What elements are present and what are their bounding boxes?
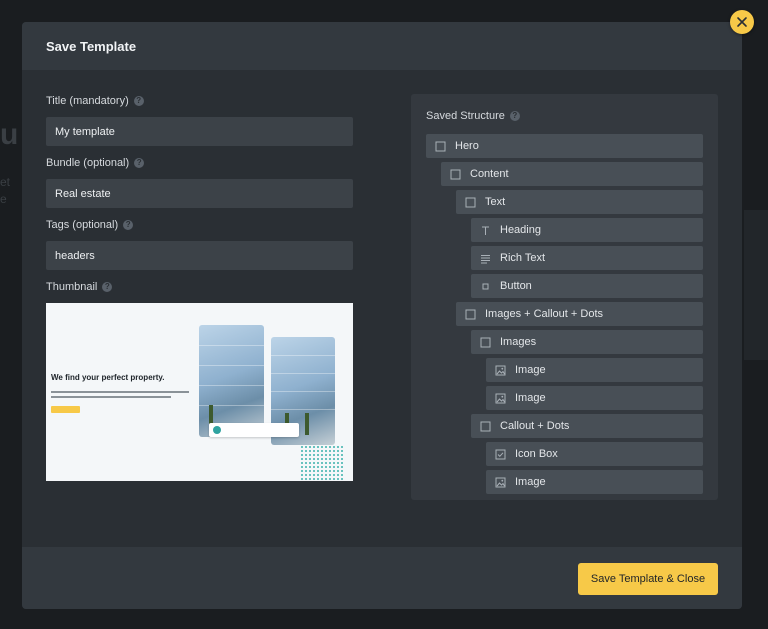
structure-tree-item-label: Image	[515, 392, 546, 404]
structure-tree-item-label: Hero	[455, 140, 479, 152]
structure-tree-item[interactable]: Icon Box	[486, 442, 703, 466]
background-heading: u	[0, 118, 19, 151]
structure-tree-item[interactable]: Images	[471, 330, 703, 354]
structure-tree-item-label: Images + Callout + Dots	[485, 308, 604, 320]
modal-title: Save Template	[46, 38, 137, 54]
thumbnail-preview: We find your perfect property.	[46, 303, 353, 481]
structure-tree-item[interactable]: Content	[441, 162, 703, 186]
help-icon[interactable]: ?	[134, 158, 145, 168]
bundle-input[interactable]	[46, 179, 353, 208]
heading-icon	[480, 225, 491, 236]
thumbnail-learn-more-button	[51, 406, 80, 413]
title-input[interactable]	[46, 117, 353, 146]
square-icon	[450, 169, 461, 180]
tags-field-group: Tags (optional) ?	[46, 218, 353, 270]
title-label: Title (mandatory)	[46, 95, 129, 107]
bundle-label: Bundle (optional)	[46, 157, 130, 169]
saved-structure-panel: Saved Structure ? Hero Content Text Heading…	[411, 94, 718, 500]
background-panel	[744, 210, 768, 360]
thumbnail-text-line	[51, 396, 171, 398]
help-icon[interactable]: ?	[102, 282, 113, 292]
text-lines-icon	[480, 253, 491, 264]
modal-footer: Save Template & Close	[22, 547, 742, 609]
tags-input[interactable]	[46, 241, 353, 270]
image-icon	[495, 477, 506, 488]
structure-tree-item[interactable]: Callout + Dots	[471, 414, 703, 438]
thumbnail-label: Thumbnail	[46, 281, 98, 293]
image-icon	[495, 393, 506, 404]
close-button[interactable]	[730, 10, 754, 34]
bundle-field-group: Bundle (optional) ?	[46, 156, 353, 208]
title-label-row: Title (mandatory) ?	[46, 94, 353, 108]
thumbnail-text-line	[51, 391, 189, 393]
thumbnail-callout-card	[209, 423, 299, 437]
structure-tree-item-label: Image	[515, 364, 546, 376]
tags-label-row: Tags (optional) ?	[46, 218, 353, 232]
title-field-group: Title (mandatory) ?	[46, 94, 353, 146]
close-icon	[737, 17, 747, 27]
structure-tree-item[interactable]: Rich Text	[471, 246, 703, 270]
structure-tree: Hero Content Text Heading Rich Text Button Ima…	[426, 134, 703, 494]
thumbnail-building-image	[199, 325, 264, 437]
structure-tree-item[interactable]: Hero	[426, 134, 703, 158]
modal-header: Save Template	[22, 22, 742, 70]
thumbnail-field-group: Thumbnail ? We find your perfect propert…	[46, 280, 353, 481]
structure-tree-item-label: Heading	[500, 224, 541, 236]
tags-label: Tags (optional)	[46, 219, 119, 231]
square-icon	[480, 421, 491, 432]
structure-tree-item-label: Callout + Dots	[500, 420, 570, 432]
save-template-modal: Save Template Title (mandatory) ? Bundle…	[22, 22, 742, 609]
saved-structure-title: Saved Structure	[426, 110, 505, 122]
image-icon	[495, 365, 506, 376]
thumbnail-label-row: Thumbnail ?	[46, 280, 353, 294]
structure-tree-item-label: Image	[515, 476, 546, 488]
bundle-label-row: Bundle (optional) ?	[46, 156, 353, 170]
structure-tree-item-label: Button	[500, 280, 532, 292]
template-form: Title (mandatory) ? Bundle (optional) ? …	[46, 94, 353, 491]
square-icon	[480, 337, 491, 348]
thumbnail-dot-pattern	[300, 445, 344, 481]
help-icon[interactable]: ?	[123, 220, 134, 230]
help-icon[interactable]: ?	[509, 111, 520, 121]
structure-tree-item[interactable]: Text	[456, 190, 703, 214]
structure-tree-item[interactable]: Image	[486, 386, 703, 410]
checkbox-icon	[495, 449, 506, 460]
structure-tree-item[interactable]: Heading	[471, 218, 703, 242]
structure-tree-item[interactable]: Image	[486, 358, 703, 382]
thumbnail-headline: We find your perfect property.	[51, 373, 165, 382]
saved-structure-title-row: Saved Structure ?	[426, 110, 703, 122]
square-icon	[465, 197, 476, 208]
structure-tree-item-label: Text	[485, 196, 506, 208]
structure-tree-item[interactable]: Images + Callout + Dots	[456, 302, 703, 326]
structure-tree-item-label: Images	[500, 336, 537, 348]
background-text: e	[0, 192, 7, 206]
square-icon	[465, 309, 476, 320]
structure-tree-item-label: Icon Box	[515, 448, 558, 460]
square-icon	[435, 141, 446, 152]
structure-tree-item[interactable]: Button	[471, 274, 703, 298]
small-square-icon	[480, 281, 491, 292]
structure-tree-item-label: Rich Text	[500, 252, 546, 264]
structure-tree-item[interactable]: Image	[486, 470, 703, 494]
structure-tree-item-label: Content	[470, 168, 509, 180]
save-template-close-button[interactable]: Save Template & Close	[578, 563, 718, 595]
help-icon[interactable]: ?	[133, 96, 144, 106]
background-text: et	[0, 175, 11, 189]
